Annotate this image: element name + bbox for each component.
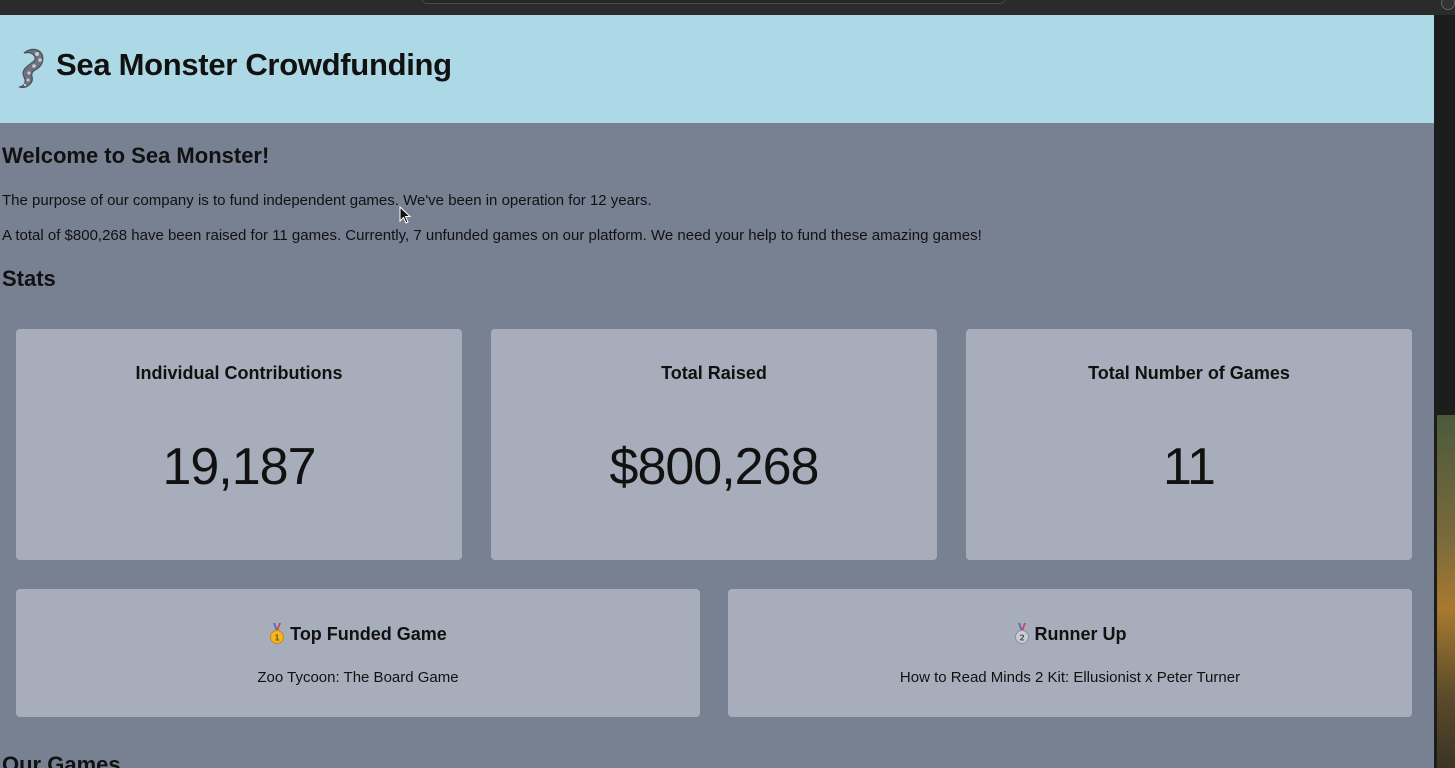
silver-medal-icon: 2 [1014,623,1029,644]
runner-up-card: 2 Runner Up How to Read Minds 2 Kit: Ell… [728,589,1412,717]
funding-summary: A total of $800,268 have been raised for… [2,227,982,244]
site-header: Sea Monster Crowdfunding [0,15,1434,123]
total-raised-card: Total Raised $800,268 [491,329,937,560]
highlight-title: Runner Up [1034,623,1127,644]
stat-value: 19,187 [162,438,316,496]
svg-text:2: 2 [1019,634,1025,643]
stat-label: Total Raised [661,363,767,383]
site-title: Sea Monster Crowdfunding [56,47,452,82]
highlight-title: Top Funded Game [290,623,447,644]
company-description: The purpose of our company is to fund in… [2,192,652,209]
gold-medal-icon: 1 [270,623,285,644]
page-viewport: Sea Monster Crowdfunding Welcome to Sea … [0,15,1434,768]
our-games-heading: Our Games [2,752,121,768]
stat-label: Individual Contributions [135,363,343,383]
tentacle-icon [18,48,44,88]
svg-text:1: 1 [274,634,280,643]
stat-value: $800,268 [609,438,820,496]
background-window-strip [1434,15,1455,768]
runner-up-game-name: How to Read Minds 2 Kit: Ellusionist x P… [899,669,1241,686]
welcome-heading: Welcome to Sea Monster! [2,143,270,168]
background-image-thumbnail [1437,415,1455,768]
contributions-card: Individual Contributions 19,187 [16,329,462,560]
address-bar[interactable] [420,0,1007,4]
browser-top-bar [0,0,1455,15]
top-funded-game-name: Zoo Tycoon: The Board Game [257,669,459,686]
top-funded-card: 1 Top Funded Game Zoo Tycoon: The Board … [16,589,700,717]
runner-up-title: 2 Runner Up [728,623,1412,645]
total-games-card: Total Number of Games 11 [966,329,1412,560]
browser-menu-icon[interactable] [1441,0,1455,10]
stat-value: 11 [1163,438,1216,496]
stat-label: Total Number of Games [1088,363,1290,383]
top-funded-title: 1 Top Funded Game [16,623,700,645]
mouse-cursor-icon [399,206,411,224]
stats-heading: Stats [2,266,56,291]
